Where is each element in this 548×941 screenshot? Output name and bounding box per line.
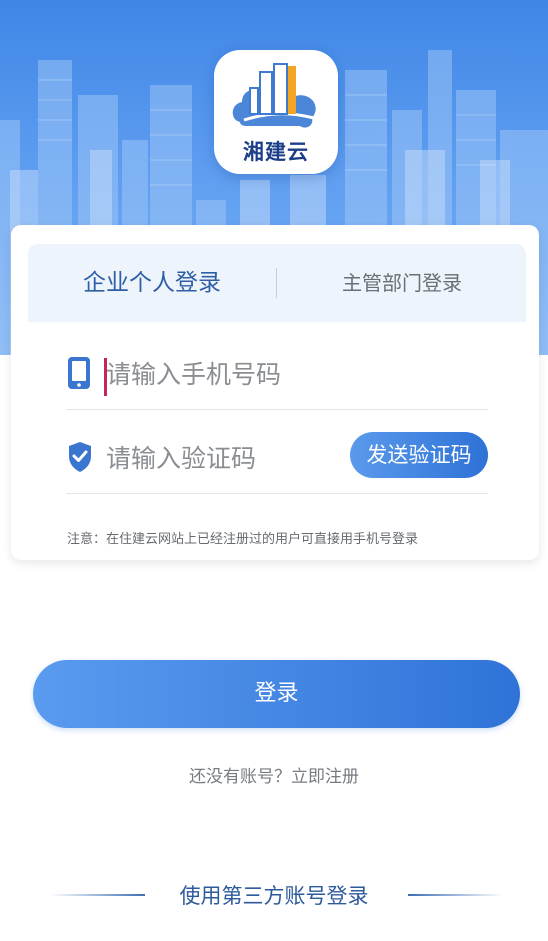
logo-text: 湘建云 xyxy=(243,140,309,164)
tab-divider xyxy=(276,268,277,298)
mobile-phone-icon xyxy=(68,357,90,389)
app-logo: 湘建云 xyxy=(214,50,338,174)
login-tabs: 企业个人登录 主管部门登录 xyxy=(28,244,526,322)
login-note: 注意：在住建云网站上已经注册过的用户可直接用手机号登录 xyxy=(67,532,419,547)
verification-code-input[interactable] xyxy=(106,436,276,480)
shield-check-icon xyxy=(69,442,91,472)
send-code-button[interactable]: 发送验证码 xyxy=(350,432,488,478)
divider-line-right xyxy=(408,894,503,896)
tab-department-login[interactable]: 主管部门登录 xyxy=(278,244,526,322)
verification-code-field: 发送验证码 xyxy=(66,414,488,494)
phone-field xyxy=(66,330,488,410)
register-link[interactable]: 还没有账号？立即注册 xyxy=(0,762,548,787)
login-card: 企业个人登录 主管部门登录 发送验证码 注意：在住建云网站上已经注册过的用户可直… xyxy=(11,225,539,560)
login-button[interactable]: 登录 xyxy=(33,660,520,728)
phone-input[interactable] xyxy=(106,352,356,396)
third-party-login: 使用第三方账号登录 xyxy=(0,876,548,912)
cloud-buildings-logo-icon xyxy=(232,63,316,128)
tab-enterprise-personal-login[interactable]: 企业个人登录 xyxy=(28,244,276,322)
